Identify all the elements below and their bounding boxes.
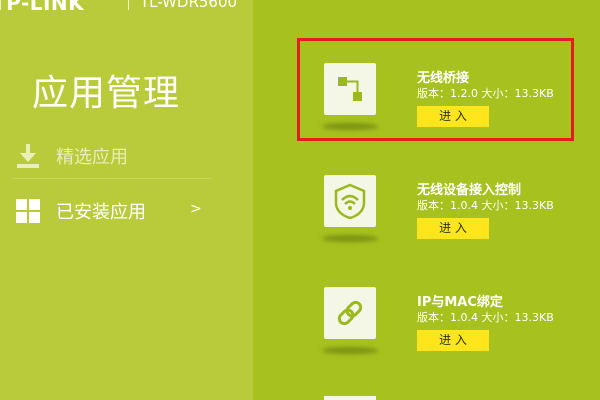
link-icon [324, 287, 376, 339]
icon-shadow [322, 235, 378, 242]
app-card: 无线设备接入控制 版本：1.0.4 大小：13.3KB 进 入 [253, 175, 600, 280]
app-name: 无线设备接入控制 [417, 183, 522, 198]
brand-logo: TP-LINK [0, 0, 85, 15]
enter-button[interactable]: 进 入 [417, 330, 489, 351]
enter-button[interactable]: 进 入 [417, 218, 489, 239]
highlight-box [297, 38, 574, 141]
app-meta: 版本：1.0.4 大小：13.3KB [417, 311, 554, 324]
page-title: 应用管理 [32, 73, 181, 114]
nav-installed-apps-label: 已安装应用 [56, 202, 146, 223]
app-card: IP与MAC绑定 版本：1.0.4 大小：13.3KB 进 入 [253, 287, 600, 392]
app-meta: 版本：1.0.4 大小：13.3KB [417, 199, 554, 212]
brand-bar: TP-LINK TL-WDR5600 [0, 0, 600, 15]
app-icon-partial [324, 396, 376, 400]
nav-featured-apps[interactable]: 精选应用 [0, 128, 253, 182]
icon-shadow [322, 347, 378, 354]
wifi-shield-icon [324, 175, 376, 227]
app-name: IP与MAC绑定 [417, 295, 503, 310]
sidebar: 应用管理 精选应用 已安装应用 > [0, 0, 253, 400]
nav-featured-apps-label: 精选应用 [56, 147, 128, 168]
grid-icon [16, 199, 40, 223]
download-icon [17, 144, 39, 168]
device-model: TL-WDR5600 [140, 0, 238, 11]
nav-installed-apps[interactable]: 已安装应用 > [0, 183, 253, 237]
sidebar-divider [12, 178, 212, 179]
brand-divider [128, 0, 129, 10]
chevron-right-icon: > [190, 201, 202, 217]
